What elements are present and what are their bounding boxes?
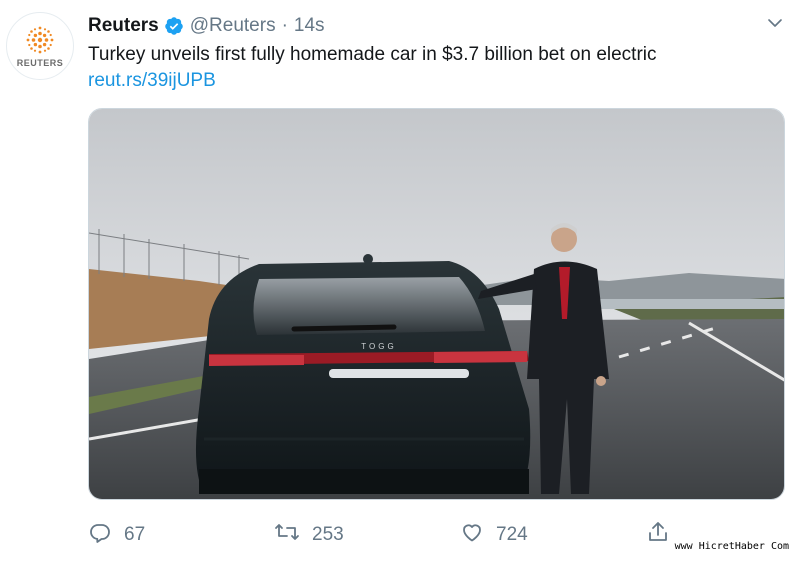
water-strip [589,299,784,309]
retweet-icon [274,520,300,550]
avatar[interactable]: REUTERS [6,12,74,80]
verified-badge-icon [164,16,184,36]
avatar-wordmark: REUTERS [16,57,64,68]
watermark: www HicretHaber Com [671,540,792,553]
car-badge: TOGG [361,342,396,351]
reply-button[interactable]: 67 [88,520,145,550]
retweet-button[interactable]: 253 [274,520,344,550]
chevron-down-icon[interactable] [766,14,784,37]
share-button[interactable] [646,520,670,550]
tweet-timestamp[interactable]: 14s [294,15,325,37]
retweet-count: 253 [312,524,344,545]
like-icon [460,520,484,550]
tweet-image[interactable]: TOGG [88,108,785,500]
reply-count: 67 [124,524,146,545]
tweet-link[interactable]: reut.rs/39ijUPB [88,69,216,93]
reply-icon [88,520,112,550]
like-count: 724 [496,524,528,545]
tweet-header: Reuters @Reuters · 14s [88,12,780,40]
car: TOGG [195,254,531,494]
author-handle[interactable]: @Reuters [190,15,276,37]
tweet-text: Turkey unveils first fully homemade car … [88,44,657,65]
like-button[interactable]: 724 [460,520,528,550]
share-icon [646,520,670,550]
author-name[interactable]: Reuters [88,15,159,37]
separator-dot: · [281,15,288,36]
reuters-logo-icon [26,26,54,53]
